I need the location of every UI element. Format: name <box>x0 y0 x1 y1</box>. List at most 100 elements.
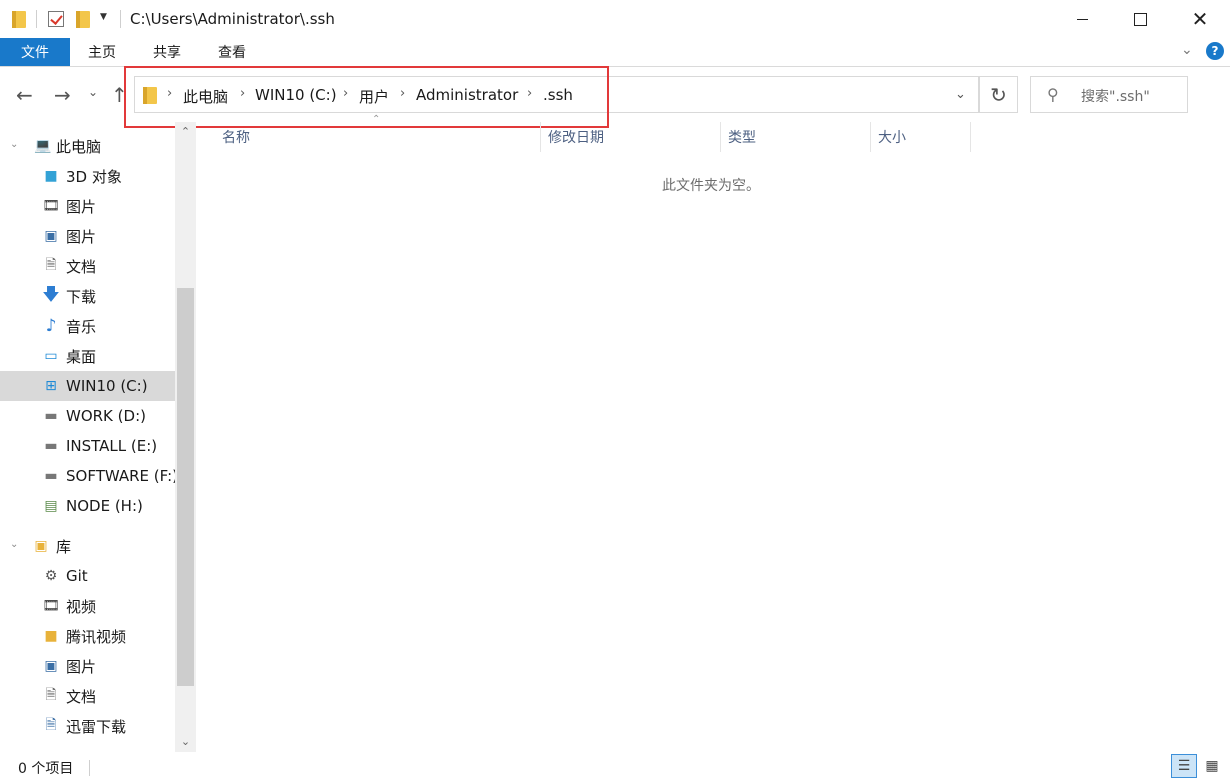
recent-locations-chevron-icon[interactable]: ⌄ <box>88 85 98 99</box>
sidebar-item-label: 桌面 <box>66 347 97 366</box>
sidebar-item-label: SOFTWARE (F:) <box>66 467 179 485</box>
address-bar[interactable]: › 此电脑 › WIN10 (C:) › 用户 › Administrator … <box>134 76 979 113</box>
download-folder-icon: 🗎 <box>45 717 57 733</box>
sidebar-item-git[interactable]: ⚙ Git <box>0 561 175 591</box>
scrollbar-thumb[interactable] <box>177 288 194 686</box>
crumb-users[interactable]: 用户 <box>359 86 389 107</box>
sidebar-item-downloads[interactable]: 🡇 下载 <box>0 281 175 311</box>
sidebar-item-documents[interactable]: 🗎 文档 <box>0 251 175 281</box>
desktop-icon: ▭ <box>44 348 58 364</box>
column-header-type[interactable]: 类型 <box>728 122 756 152</box>
sidebar-item-label: 图片 <box>66 197 97 216</box>
pictures-icon: ▣ <box>44 658 58 674</box>
sidebar-item-this-pc[interactable]: 💻 此电脑 <box>0 131 175 161</box>
chevron-right-icon[interactable]: › <box>240 86 245 101</box>
refresh-icon: ↻ <box>990 82 1007 107</box>
column-divider[interactable] <box>870 122 871 152</box>
quick-access-divider <box>36 10 37 28</box>
sidebar-item-library-videos[interactable]: 🎞 视频 <box>0 591 175 621</box>
sidebar-item-label: 图片 <box>66 227 97 246</box>
drive-icon: ▬ <box>44 408 58 424</box>
git-icon: ⚙ <box>44 568 58 584</box>
column-header-name[interactable]: 名称 <box>222 122 250 152</box>
sidebar-item-label: 此电脑 <box>56 137 102 156</box>
sidebar-item-label: 音乐 <box>66 317 97 336</box>
help-icon[interactable]: ? <box>1206 42 1224 60</box>
sidebar-scrollbar[interactable]: ⌃ ⌄ <box>175 122 196 752</box>
document-icon: 🗎 <box>45 257 57 273</box>
sidebar-item-label: 下载 <box>66 287 97 306</box>
scroll-up-chevron-icon[interactable]: ⌃ <box>175 122 196 140</box>
tab-file[interactable]: 文件 <box>0 38 70 66</box>
sidebar-item-drive-h[interactable]: ▤ NODE (H:) <box>0 491 175 521</box>
sidebar-item-library-documents[interactable]: 🗎 文档 <box>0 681 175 711</box>
quick-access-dropdown-icon[interactable]: ▼ <box>100 12 107 22</box>
close-button[interactable]: ✕ <box>1170 0 1230 38</box>
window-title: C:\Users\Administrator\.ssh <box>130 10 335 28</box>
tab-view[interactable]: 查看 <box>218 38 246 66</box>
system-drive-icon: ⊞ <box>45 378 57 394</box>
column-divider[interactable] <box>540 122 541 152</box>
sidebar-item-libraries[interactable]: ▣ 库 <box>0 531 175 561</box>
sidebar-item-videos[interactable]: 🎞 图片 <box>0 191 175 221</box>
title-divider <box>120 10 121 28</box>
properties-check-icon[interactable] <box>48 8 64 30</box>
refresh-button[interactable]: ↻ <box>979 76 1018 113</box>
large-icons-view-button[interactable]: ▦ <box>1199 754 1225 778</box>
crumb-drive-c[interactable]: WIN10 (C:) <box>255 86 337 104</box>
chevron-right-icon[interactable]: › <box>400 86 405 101</box>
column-header-size[interactable]: 大小 <box>878 122 906 152</box>
minimize-button[interactable] <box>1052 0 1112 38</box>
crumb-this-pc[interactable]: 此电脑 <box>183 86 228 107</box>
cube-icon: ■ <box>44 168 58 184</box>
column-divider[interactable] <box>720 122 721 152</box>
ribbon-tabs: 文件 主页 共享 查看 ⌄ ? <box>0 38 1230 66</box>
sidebar-item-label: WORK (D:) <box>66 407 146 425</box>
sidebar-item-music[interactable]: ♪ 音乐 <box>0 311 175 341</box>
drive-icon: ▬ <box>44 438 58 454</box>
tab-home[interactable]: 主页 <box>88 38 116 66</box>
status-divider <box>89 760 90 776</box>
details-view-icon: ☰ <box>1177 758 1191 774</box>
library-icon: ▣ <box>34 538 48 554</box>
up-arrow-icon[interactable]: ↑ <box>111 83 128 107</box>
sidebar-item-tencent-video[interactable]: ■ 腾讯视频 <box>0 621 175 651</box>
title-bar: ▼ C:\Users\Administrator\.ssh ✕ <box>0 0 1230 38</box>
ribbon-expand-chevron-icon[interactable]: ⌄ <box>1181 42 1193 58</box>
sidebar-item-drive-d[interactable]: ▬ WORK (D:) <box>0 401 175 431</box>
sidebar-item-drive-f[interactable]: ▬ SOFTWARE (F:) <box>0 461 179 491</box>
sidebar-item-label: Git <box>66 567 88 585</box>
scroll-down-chevron-icon[interactable]: ⌄ <box>175 732 196 750</box>
sidebar-item-3d-objects[interactable]: ■ 3D 对象 <box>0 161 175 191</box>
sidebar-item-drive-c[interactable]: ⊞ WIN10 (C:) <box>0 371 175 401</box>
new-folder-icon[interactable] <box>76 8 90 30</box>
pictures-icon: ▣ <box>44 228 58 244</box>
chevron-right-icon[interactable]: › <box>343 86 348 101</box>
chevron-right-icon[interactable]: › <box>527 86 532 101</box>
music-note-icon: ♪ <box>45 316 57 336</box>
tab-share[interactable]: 共享 <box>153 38 181 66</box>
download-arrow-icon: 🡇 <box>42 284 60 305</box>
column-divider[interactable] <box>970 122 971 152</box>
video-film-icon: 🎞 <box>42 598 60 614</box>
details-view-button[interactable]: ☰ <box>1171 754 1197 778</box>
sidebar-item-label: 视频 <box>66 597 97 616</box>
chevron-right-icon[interactable]: › <box>167 86 172 101</box>
crumb-administrator[interactable]: Administrator <box>416 86 518 104</box>
navigation-bar: ← → ⌄ ↑ › 此电脑 › WIN10 (C:) › 用户 › Admini… <box>0 67 1230 122</box>
sidebar-item-desktop[interactable]: ▭ 桌面 <box>0 341 175 371</box>
search-placeholder: 搜索".ssh" <box>1081 89 1150 105</box>
sidebar-item-xunlei-downloads[interactable]: 🗎 迅雷下载 <box>0 711 175 741</box>
sidebar-item-library-pictures[interactable]: ▣ 图片 <box>0 651 175 681</box>
address-history-chevron-icon[interactable]: ⌄ <box>955 87 966 102</box>
video-film-icon: 🎞 <box>42 198 60 214</box>
search-box[interactable]: ⚲ 搜索".ssh" <box>1030 76 1188 113</box>
sidebar-item-drive-e[interactable]: ▬ INSTALL (E:) <box>0 431 175 461</box>
back-arrow-icon[interactable]: ← <box>16 83 33 107</box>
column-header-date-modified[interactable]: 修改日期 <box>548 122 604 152</box>
large-icons-view-icon: ▦ <box>1205 758 1219 774</box>
sidebar-item-pictures[interactable]: ▣ 图片 <box>0 221 175 251</box>
crumb-ssh[interactable]: .ssh <box>543 86 573 104</box>
maximize-button[interactable] <box>1110 0 1170 38</box>
forward-arrow-icon[interactable]: → <box>54 83 71 107</box>
